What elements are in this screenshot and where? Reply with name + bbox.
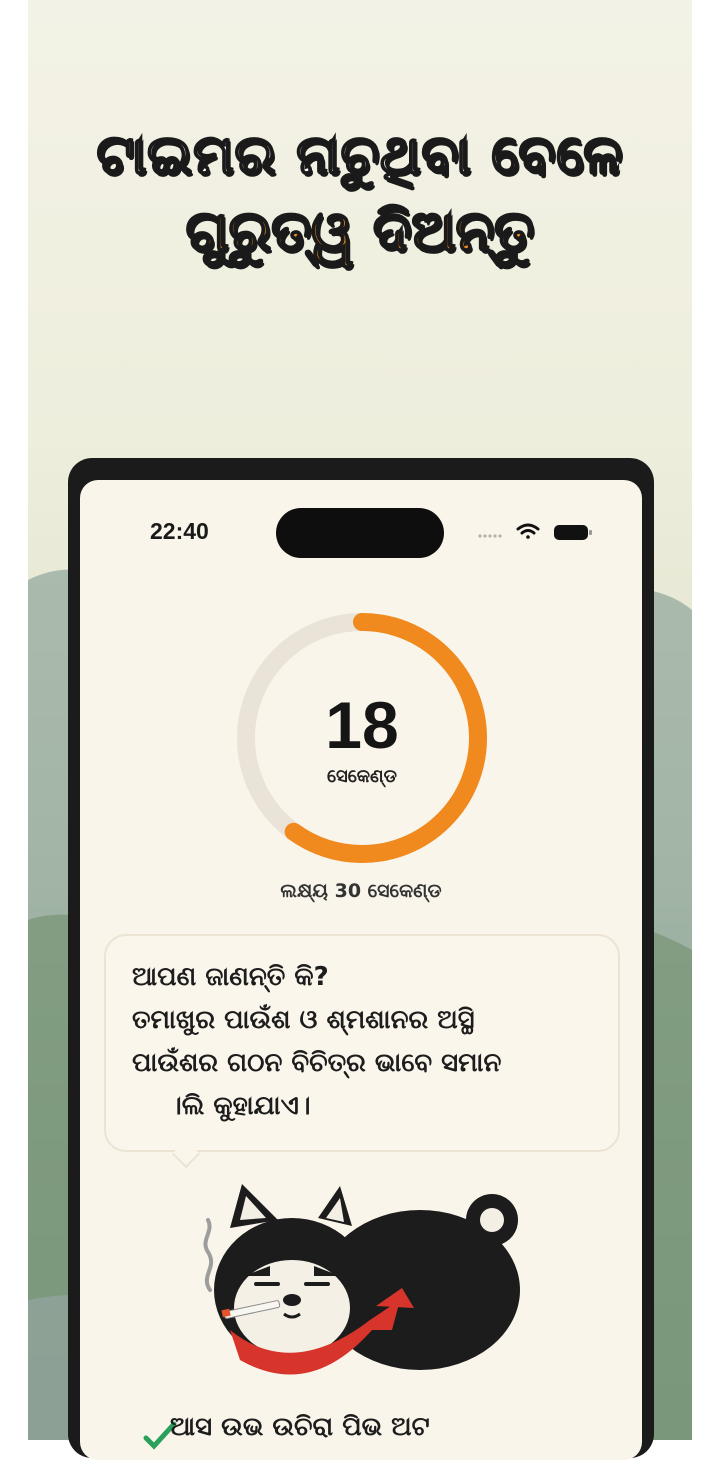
phone-screen: 22:40 18 ସେକେଣ୍ଡ ଲକ୍ଷ୍ୟ 30 ସେକେଣ୍ଡ ଆପଣ ଜ… bbox=[80, 480, 642, 1460]
fact-line-2: ତମାଖୁର ପାଉଁଶ ଓ ଶ୍ମଶାନର ଅସ୍ଥି bbox=[132, 1005, 475, 1035]
headline-line-1: ଟାଇମର ନାଚୁଥିବା ବେଳେ bbox=[96, 122, 624, 187]
timer-ring: 18 ସେକେଣ୍ଡ bbox=[232, 608, 492, 868]
fact-line-3: ପାଉଁଶର ଗଠନ ବିଚିତ୍ର ଭାବେ ସମାନ bbox=[132, 1048, 502, 1078]
bottom-partial-text: ଆସ ଉଭ ଉଚିରା ପିଭ ଅଟ bbox=[170, 1412, 430, 1442]
status-time: 22:40 bbox=[150, 518, 209, 544]
wifi-icon bbox=[516, 523, 540, 539]
fact-bubble: ଆପଣ ଜାଣନ୍ତି କି? ତମାଖୁର ପାଉଁଶ ଓ ଶ୍ମଶାନର ଅ… bbox=[104, 934, 620, 1152]
timer-seconds: 18 bbox=[325, 688, 399, 762]
fact-line-1: ଆପଣ ଜାଣନ୍ତି କି? bbox=[132, 962, 329, 992]
dynamic-island bbox=[276, 508, 444, 558]
status-icons bbox=[478, 523, 592, 540]
signal-dots-icon bbox=[478, 534, 502, 538]
promo-headline: ଟାଇମର ନାଚୁଥିବା ବେଳେ ଗୁରୁତ୍ୱ ଦିଅନ୍ତୁ bbox=[28, 118, 692, 272]
timer-unit: ସେକେଣ୍ଡ bbox=[326, 766, 398, 787]
fact-text: ଆପଣ ଜାଣନ୍ତି କି? ତମାଖୁର ପାଉଁଶ ଓ ଶ୍ମଶାନର ଅ… bbox=[132, 956, 592, 1128]
timer-goal: ଲକ୍ଷ୍ୟ 30 ସେକେଣ୍ଡ bbox=[280, 880, 442, 902]
smoking-dog-mascot-icon bbox=[203, 1184, 520, 1375]
fact-line-4: ।ଲି କୁହାଯାଏ। bbox=[170, 1091, 311, 1121]
headline-line-2: ଗୁରୁତ୍ୱ ଦିଅନ୍ତୁ bbox=[185, 198, 535, 265]
battery-icon bbox=[554, 525, 592, 540]
